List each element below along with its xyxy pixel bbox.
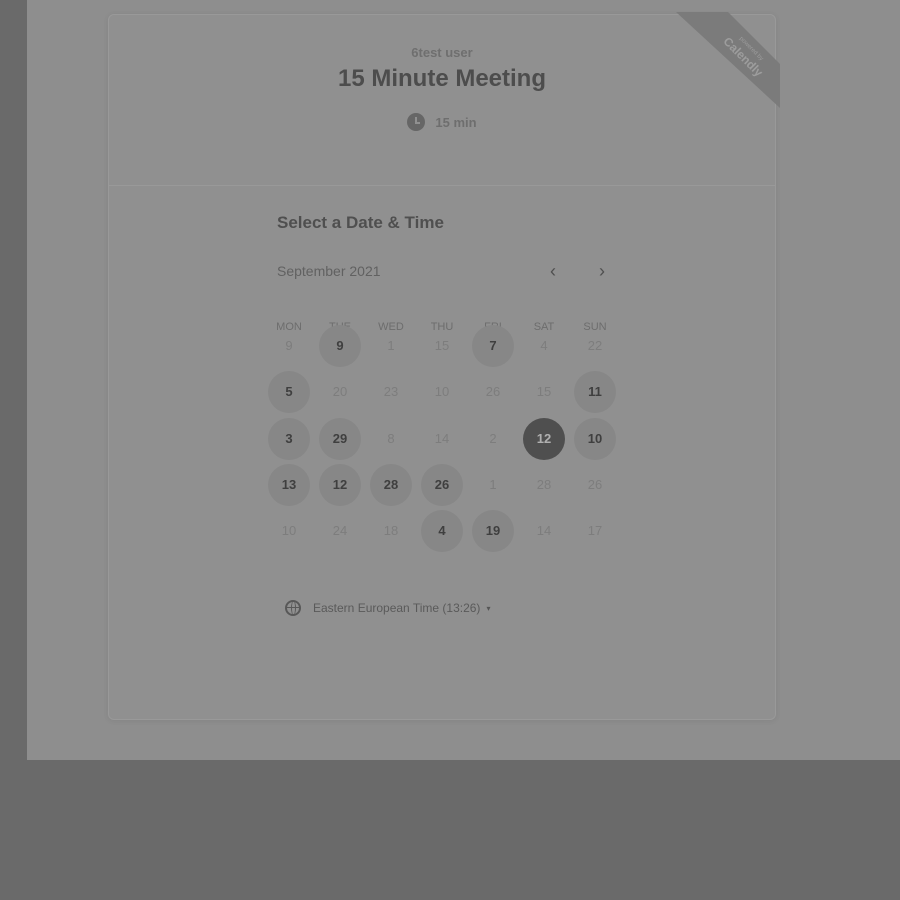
unavailable-day: 15 bbox=[536, 384, 552, 399]
available-day-button[interactable]: 7 bbox=[472, 325, 514, 367]
unavailable-day: 2 bbox=[489, 431, 497, 446]
available-day-button[interactable]: 28 bbox=[370, 464, 412, 506]
unavailable-day: 1 bbox=[489, 477, 497, 492]
previous-month-button[interactable]: ‹ bbox=[541, 259, 565, 283]
available-day-button[interactable]: 9 bbox=[319, 325, 361, 367]
selected-day-button[interactable]: 12 bbox=[523, 418, 565, 460]
globe-icon bbox=[285, 600, 301, 616]
unavailable-day: 4 bbox=[540, 338, 548, 353]
calendly-ribbon[interactable]: powered by Calendly bbox=[676, 12, 780, 108]
available-day-button[interactable]: 11 bbox=[574, 371, 616, 413]
chevron-left-icon: ‹ bbox=[550, 261, 556, 281]
available-day-button[interactable]: 5 bbox=[268, 371, 310, 413]
unavailable-day: 22 bbox=[587, 338, 603, 353]
available-day-button[interactable]: 3 bbox=[268, 418, 310, 460]
unavailable-day: 15 bbox=[434, 338, 450, 353]
booking-card: 6test user 15 Minute Meeting 15 min Sele… bbox=[108, 14, 776, 720]
clock-icon bbox=[407, 113, 426, 131]
available-day-button[interactable]: 10 bbox=[574, 418, 616, 460]
available-day-button[interactable]: 13 bbox=[268, 464, 310, 506]
available-day-button[interactable]: 26 bbox=[421, 464, 463, 506]
timezone-selector[interactable]: Eastern European Time (13:26) ▾ bbox=[285, 600, 490, 616]
unavailable-day: 26 bbox=[587, 477, 603, 492]
timezone-label: Eastern European Time (13:26) bbox=[313, 601, 481, 615]
next-month-button[interactable]: › bbox=[590, 259, 614, 283]
unavailable-day: 10 bbox=[434, 384, 450, 399]
unavailable-day: 14 bbox=[536, 523, 552, 538]
available-day-button[interactable]: 19 bbox=[472, 510, 514, 552]
month-label: September 2021 bbox=[277, 263, 381, 279]
duration-label: 15 min bbox=[435, 115, 477, 130]
unavailable-day: 26 bbox=[485, 384, 501, 399]
unavailable-day: 14 bbox=[434, 431, 450, 446]
chevron-right-icon: › bbox=[599, 261, 605, 281]
unavailable-day: 18 bbox=[383, 523, 399, 538]
unavailable-day: 20 bbox=[332, 384, 348, 399]
unavailable-day: 8 bbox=[387, 431, 395, 446]
unavailable-day: 9 bbox=[285, 338, 293, 353]
available-day-button[interactable]: 4 bbox=[421, 510, 463, 552]
caret-down-icon: ▾ bbox=[486, 603, 491, 613]
unavailable-day: 23 bbox=[383, 384, 399, 399]
available-day-button[interactable]: 12 bbox=[319, 464, 361, 506]
section-title: Select a Date & Time bbox=[277, 213, 444, 232]
unavailable-day: 17 bbox=[587, 523, 603, 538]
unavailable-day: 10 bbox=[281, 523, 297, 538]
unavailable-day: 24 bbox=[332, 523, 348, 538]
event-duration: 15 min bbox=[109, 113, 775, 131]
unavailable-day: 28 bbox=[536, 477, 552, 492]
available-day-button[interactable]: 29 bbox=[319, 418, 361, 460]
unavailable-day: 1 bbox=[387, 338, 395, 353]
